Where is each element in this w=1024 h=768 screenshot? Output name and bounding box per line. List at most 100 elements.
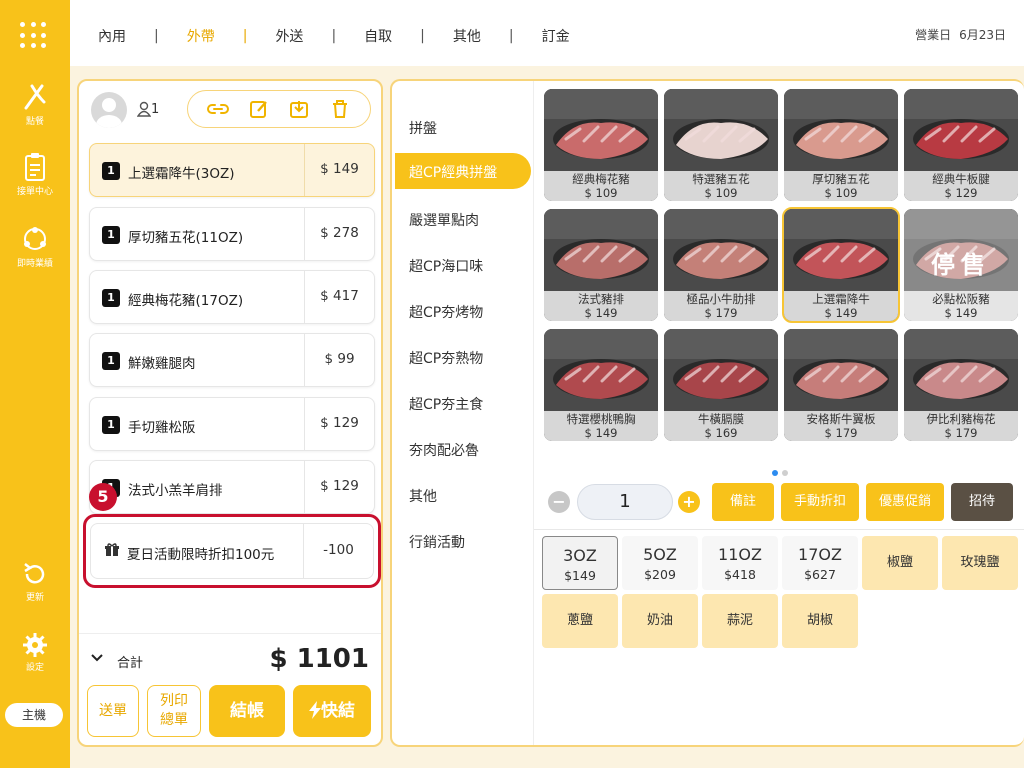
rail-item-refresh[interactable]: 更新 bbox=[0, 560, 70, 603]
quick-checkout-button[interactable]: 快結 bbox=[293, 685, 371, 737]
flavor-option[interactable]: 奶油 bbox=[622, 594, 698, 648]
order-panel: 1 1 上選霜降牛(3OZ) $ 149 1 厚切豬五花(11OZ) $ 278… bbox=[77, 79, 383, 747]
flavor-option[interactable]: 蒜泥 bbox=[702, 594, 778, 648]
apps-grid-icon[interactable] bbox=[20, 22, 48, 50]
product-name: 經典牛板腱 bbox=[932, 172, 990, 186]
business-day-date: 6月23日 bbox=[959, 28, 1006, 42]
order-toolbar bbox=[187, 90, 371, 128]
avatar[interactable] bbox=[91, 92, 127, 128]
item-price: $ 129 bbox=[304, 461, 374, 513]
rail-item-live-sales[interactable]: 即時業績 bbox=[0, 224, 70, 269]
order-item[interactable]: 1 手切雞松阪 $ 129 bbox=[89, 397, 375, 451]
size-option[interactable]: 11OZ $418 bbox=[702, 536, 778, 590]
order-item[interactable]: 1 法式小羔羊肩排 $ 129 bbox=[89, 460, 375, 514]
options-area: 3OZ $149 5OZ $209 11OZ $418 17OZ $627 椒鹽 玫瑰鹽… bbox=[534, 529, 1024, 745]
product-name: 必點松阪豬 bbox=[932, 292, 990, 306]
download-icon[interactable] bbox=[287, 97, 311, 121]
product-card[interactable]: 經典梅花豬 $ 109 bbox=[544, 89, 658, 201]
tab-deposit[interactable]: 訂金 bbox=[540, 26, 572, 46]
quantity-input[interactable]: 1 bbox=[577, 484, 673, 520]
category-item[interactable]: 其他 bbox=[395, 477, 531, 513]
product-price: $ 179 bbox=[704, 306, 738, 320]
guest-count-value: 1 bbox=[151, 101, 160, 117]
promotion-button[interactable]: 優惠促銷 bbox=[866, 483, 944, 521]
page-dot-active[interactable] bbox=[772, 470, 778, 476]
category-item[interactable]: 超CP夯主食 bbox=[395, 385, 531, 421]
flavor-option[interactable]: 胡椒 bbox=[782, 594, 858, 648]
promo-item-highlight[interactable]: 夏日活動限時折扣100元 -100 bbox=[83, 514, 381, 588]
rail-label: 更新 bbox=[25, 593, 44, 603]
page-dot[interactable] bbox=[782, 470, 788, 476]
category-item[interactable]: 拼盤 bbox=[395, 109, 531, 145]
promo-item[interactable]: 夏日活動限時折扣100元 -100 bbox=[90, 523, 374, 579]
order-item[interactable]: 1 上選霜降牛(3OZ) $ 149 bbox=[89, 143, 375, 197]
product-label: 上選霜降牛 $ 149 bbox=[784, 291, 898, 321]
category-item[interactable]: 超CP夯烤物 bbox=[395, 293, 531, 329]
product-card[interactable]: 特選櫻桃鴨胸 $ 149 bbox=[544, 329, 658, 441]
product-card[interactable]: 安格斯牛翼板 $ 179 bbox=[784, 329, 898, 441]
order-item[interactable]: 1 經典梅花豬(17OZ) $ 417 bbox=[89, 270, 375, 324]
person-icon bbox=[137, 101, 151, 117]
product-card[interactable]: 停售 必點松阪豬 $ 149 bbox=[904, 209, 1018, 321]
product-card[interactable]: 牛橫膈膜 $ 169 bbox=[664, 329, 778, 441]
order-item[interactable]: 1 厚切豬五花(11OZ) $ 278 bbox=[89, 207, 375, 261]
product-price: $ 149 bbox=[824, 306, 858, 320]
rail-label: 點餐 bbox=[25, 117, 44, 127]
product-label: 伊比利豬梅花 $ 179 bbox=[904, 411, 1018, 441]
send-order-button[interactable]: 送單 bbox=[87, 685, 139, 737]
item-name: 上選霜降牛(3OZ) bbox=[128, 166, 235, 182]
product-card[interactable]: 伊比利豬梅花 $ 179 bbox=[904, 329, 1018, 441]
category-item-active[interactable]: 超CP經典拼盤 bbox=[395, 153, 531, 189]
size-option[interactable]: 5OZ $209 bbox=[622, 536, 698, 590]
checkout-button[interactable]: 結帳 bbox=[209, 685, 285, 737]
host-button[interactable]: 主機 bbox=[5, 703, 63, 727]
tab-other[interactable]: 其他 bbox=[451, 26, 483, 46]
category-item[interactable]: 超CP夯熟物 bbox=[395, 339, 531, 375]
trash-icon[interactable] bbox=[328, 97, 352, 121]
category-item[interactable]: 嚴選單點肉 bbox=[395, 201, 531, 237]
plus-button[interactable]: + bbox=[678, 491, 700, 513]
product-price: $ 149 bbox=[944, 306, 978, 320]
product-label: 極品小牛肋排 $ 179 bbox=[664, 291, 778, 321]
product-card[interactable]: 經典牛板腱 $ 129 bbox=[904, 89, 1018, 201]
size-option-selected[interactable]: 3OZ $149 bbox=[542, 536, 618, 590]
product-name: 極品小牛肋排 bbox=[686, 292, 756, 306]
total-row: 合計 $ 1101 bbox=[79, 633, 381, 681]
product-card[interactable]: 厚切豬五花 $ 109 bbox=[784, 89, 898, 201]
item-qty: 1 bbox=[102, 416, 120, 434]
minus-button[interactable]: − bbox=[548, 491, 570, 513]
product-name: 厚切豬五花 bbox=[812, 172, 870, 186]
product-name: 上選霜降牛 bbox=[812, 292, 870, 306]
product-card[interactable]: 法式豬排 $ 149 bbox=[544, 209, 658, 321]
category-item[interactable]: 超CP海口味 bbox=[395, 247, 531, 283]
product-label: 厚切豬五花 $ 109 bbox=[784, 171, 898, 201]
order-header: 1 bbox=[89, 89, 375, 131]
link-icon[interactable] bbox=[206, 97, 230, 121]
product-card[interactable]: 上選霜降牛 $ 149 bbox=[782, 207, 900, 323]
print-summary-button[interactable]: 列印 總單 bbox=[147, 685, 201, 737]
category-list: 拼盤 超CP經典拼盤 嚴選單點肉 超CP海口味 超CP夯烤物 超CP夯熟物 超C… bbox=[392, 81, 534, 745]
note-button[interactable]: 備註 bbox=[712, 483, 774, 521]
rail-item-settings[interactable]: 設定 bbox=[0, 632, 70, 673]
edit-icon[interactable] bbox=[247, 97, 271, 121]
rail-item-order[interactable]: 點餐 bbox=[0, 82, 70, 127]
tab-dine-in[interactable]: 內用 bbox=[96, 26, 128, 46]
tab-delivery[interactable]: 外送 bbox=[273, 26, 305, 46]
tab-takeout[interactable]: 外帶 bbox=[185, 26, 217, 46]
refresh-icon bbox=[24, 563, 45, 584]
flavor-option[interactable]: 蔥鹽 bbox=[542, 594, 618, 648]
tab-pickup[interactable]: 自取 bbox=[362, 26, 394, 46]
order-item[interactable]: 1 鮮嫩雞腿肉 $ 99 bbox=[89, 333, 375, 387]
complimentary-button[interactable]: 招待 bbox=[951, 483, 1013, 521]
flavor-option[interactable]: 椒鹽 bbox=[862, 536, 938, 590]
size-option[interactable]: 17OZ $627 bbox=[782, 536, 858, 590]
product-card[interactable]: 特選豬五花 $ 109 bbox=[664, 89, 778, 201]
flavor-option[interactable]: 玫瑰鹽 bbox=[942, 536, 1018, 590]
category-item[interactable]: 夯肉配必魯 bbox=[395, 431, 531, 467]
product-card[interactable]: 極品小牛肋排 $ 179 bbox=[664, 209, 778, 321]
guest-count[interactable]: 1 bbox=[137, 101, 159, 117]
chevron-down-icon[interactable] bbox=[91, 654, 103, 662]
rail-item-order-center[interactable]: 接單中心 bbox=[0, 152, 70, 197]
category-item[interactable]: 行銷活動 bbox=[395, 523, 531, 559]
manual-discount-button[interactable]: 手動折扣 bbox=[781, 483, 859, 521]
